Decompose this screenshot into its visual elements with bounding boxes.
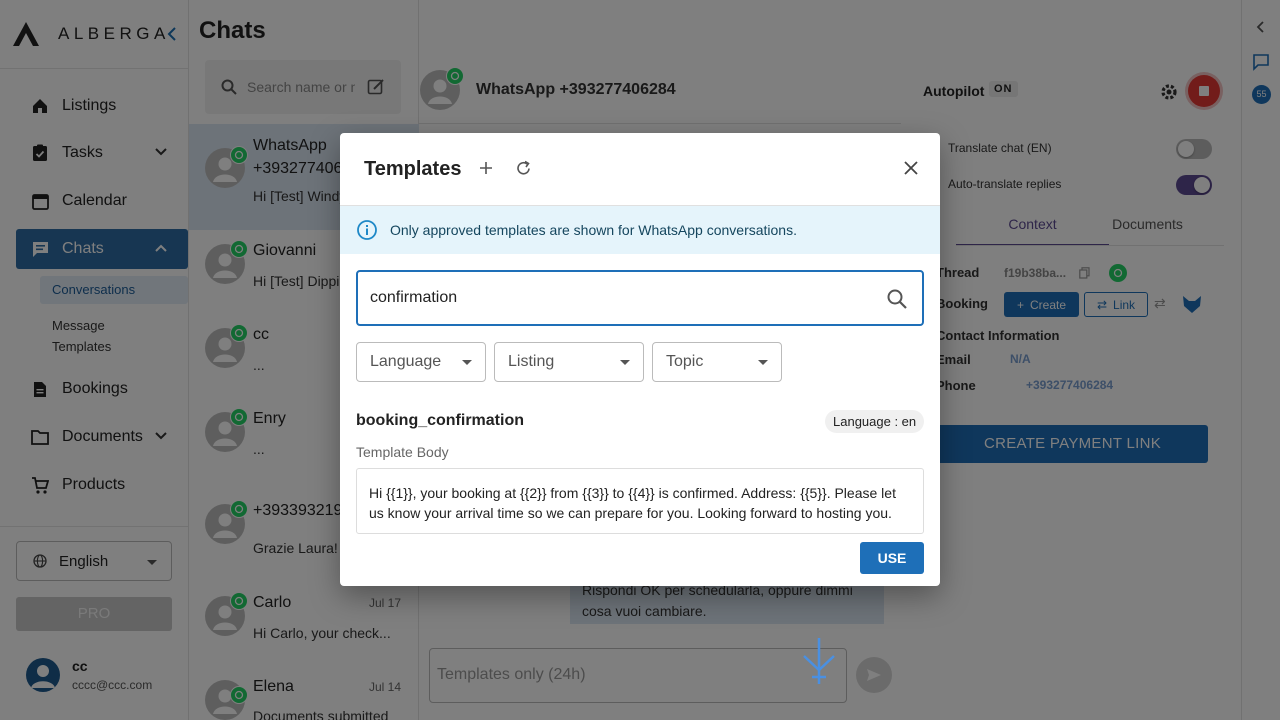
language-filter[interactable]: Language [356, 342, 486, 382]
info-text: Only approved templates are shown for Wh… [390, 222, 797, 238]
modal-title: Templates [364, 158, 462, 180]
caret-down-icon [620, 360, 630, 365]
language-chip: Language : en [825, 410, 925, 433]
caret-down-icon [758, 360, 768, 365]
use-template-button[interactable]: USE [860, 542, 924, 574]
close-icon[interactable] [903, 160, 919, 176]
info-alert: Only approved templates are shown for Wh… [340, 206, 940, 254]
template-search-input[interactable]: confirmation [356, 270, 924, 326]
filter-label: Topic [666, 353, 704, 370]
templates-modal: Templates Only approved templates are sh… [340, 133, 940, 586]
add-template-icon[interactable] [478, 160, 494, 176]
template-body-label: Template Body [356, 444, 449, 460]
topic-filter[interactable]: Topic [652, 342, 782, 382]
filter-label: Language [370, 353, 442, 370]
caret-down-icon [462, 360, 472, 365]
refresh-icon[interactable] [515, 160, 532, 177]
listing-filter[interactable]: Listing [494, 342, 644, 382]
info-icon [357, 220, 377, 240]
scroll-down-icon[interactable] [801, 636, 837, 686]
search-icon[interactable] [886, 288, 908, 310]
template-body: Hi {{1}}, your booking at {{2}} from {{3… [356, 468, 924, 534]
filter-label: Listing [508, 353, 555, 370]
template-name: booking_confirmation [356, 412, 524, 429]
template-search-value: confirmation [370, 289, 458, 306]
